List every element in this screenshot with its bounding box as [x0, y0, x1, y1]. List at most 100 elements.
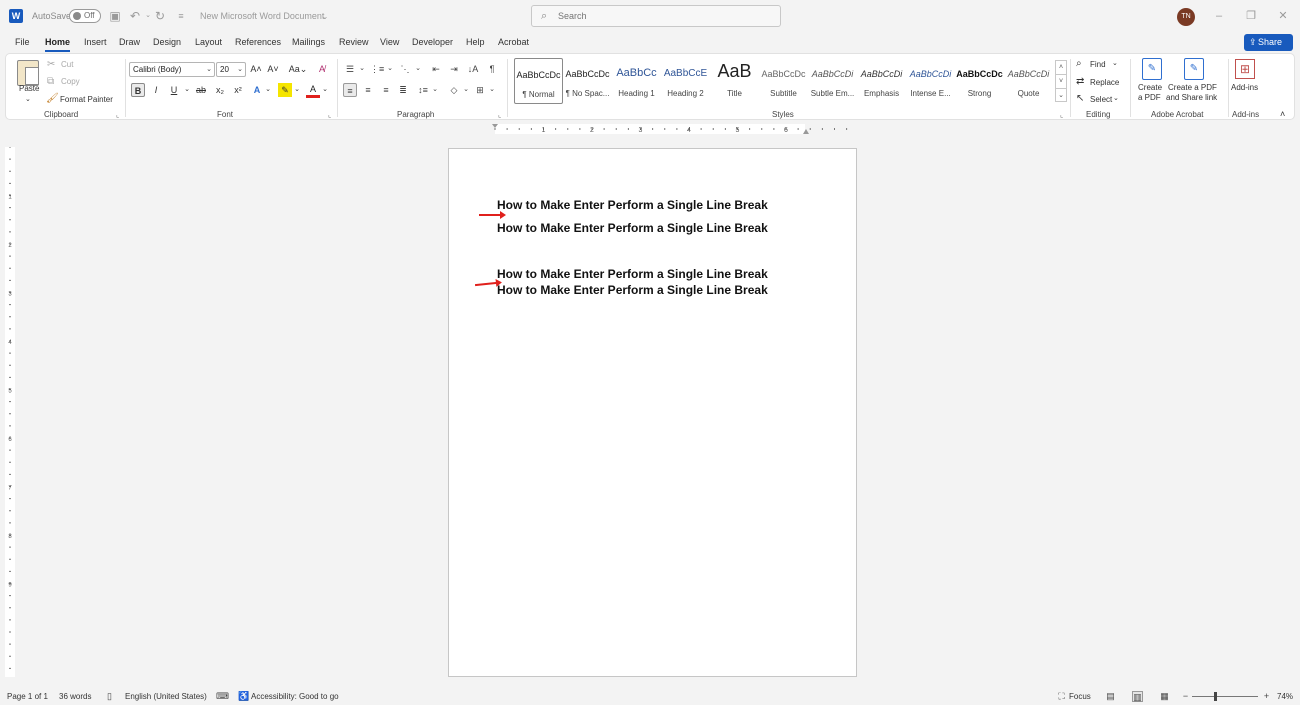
add-ins-button[interactable]: Add-ins: [1231, 83, 1258, 92]
share-button[interactable]: ⇪ Share: [1244, 34, 1293, 51]
tab-layout[interactable]: Layout: [195, 37, 222, 47]
tab-design[interactable]: Design: [153, 37, 181, 47]
increase-indent-icon[interactable]: ⇥: [447, 62, 461, 76]
tab-file[interactable]: File: [15, 37, 30, 47]
document-line-1[interactable]: How to Make Enter Perform a Single Line …: [497, 198, 768, 212]
grow-font-icon[interactable]: A˄: [249, 62, 263, 76]
superscript-icon[interactable]: x²: [231, 83, 245, 97]
strikethrough-icon[interactable]: ab: [194, 83, 208, 97]
style-heading-2[interactable]: AaBbCcE Heading 2: [661, 58, 710, 104]
web-layout-icon[interactable]: ▦: [1159, 691, 1170, 702]
paste-dropdown-icon[interactable]: ⌄: [25, 95, 31, 103]
zoom-out-button[interactable]: −: [1180, 691, 1191, 702]
tab-review[interactable]: Review: [339, 37, 369, 47]
pilcrow-icon[interactable]: ¶: [485, 62, 499, 76]
tab-home[interactable]: Home: [45, 37, 71, 52]
scroll-up-icon[interactable]: ˄: [1056, 61, 1066, 75]
page-count[interactable]: Page 1 of 1: [7, 692, 48, 701]
italic-icon[interactable]: I: [149, 83, 163, 97]
align-center-icon[interactable]: ≡: [361, 83, 375, 97]
zoom-slider-track[interactable]: [1192, 696, 1258, 697]
customize-qat-icon[interactable]: ≡: [174, 9, 188, 23]
style-strong[interactable]: AaBbCcDc Strong: [955, 58, 1004, 104]
text-predictions-icon[interactable]: ⌨: [216, 691, 229, 702]
style-intense-emphasis[interactable]: AaBbCcDi Intense E...: [906, 58, 955, 104]
restore-icon[interactable]: ❐: [1244, 9, 1258, 23]
clear-formatting-icon[interactable]: A̸: [315, 62, 329, 76]
style-heading-1[interactable]: AaBbCc Heading 1: [612, 58, 661, 104]
bullets-dropdown-icon[interactable]: ⌄: [355, 62, 369, 76]
create-pdf-line1[interactable]: Create: [1138, 83, 1162, 92]
style-no-spacing[interactable]: AaBbCcDc ¶ No Spac...: [563, 58, 612, 104]
paste-icon[interactable]: [17, 60, 39, 86]
zoom-slider-thumb[interactable]: [1214, 692, 1217, 701]
change-case-icon[interactable]: Aa⌄: [287, 62, 309, 76]
redo-icon[interactable]: ↻: [153, 9, 167, 23]
focus-button[interactable]: Focus: [1069, 692, 1091, 701]
styles-gallery-scroller[interactable]: ˄ ˅ ⌄: [1055, 60, 1067, 102]
shrink-font-icon[interactable]: A˅: [266, 62, 280, 76]
proofing-icon[interactable]: ▯: [104, 691, 115, 702]
document-title[interactable]: New Microsoft Word Document: [200, 11, 324, 21]
create-pdf-line2[interactable]: a PDF: [1138, 93, 1161, 102]
language[interactable]: English (United States): [125, 692, 207, 701]
document-line-4[interactable]: How to Make Enter Perform a Single Line …: [497, 283, 768, 297]
find-dropdown-icon[interactable]: ⌄: [1112, 59, 1118, 67]
zoom-level[interactable]: 74%: [1277, 692, 1293, 701]
tab-insert[interactable]: Insert: [84, 37, 107, 47]
numbering-dropdown-icon[interactable]: ⌄: [383, 62, 397, 76]
tab-view[interactable]: View: [380, 37, 399, 47]
subscript-icon[interactable]: x₂: [213, 83, 227, 97]
clipboard-launcher-icon[interactable]: ⌞: [116, 111, 119, 119]
paragraph-launcher-icon[interactable]: ⌞: [498, 111, 501, 119]
style-subtitle[interactable]: AaBbCcDc Subtitle: [759, 58, 808, 104]
styles-launcher-icon[interactable]: ⌞: [1060, 111, 1063, 119]
select-button[interactable]: Select: [1090, 95, 1112, 104]
tab-help[interactable]: Help: [466, 37, 485, 47]
style-quote[interactable]: AaBbCcDi Quote: [1004, 58, 1053, 104]
highlight-dropdown-icon[interactable]: ⌄: [290, 83, 304, 97]
print-layout-icon[interactable]: ▥: [1132, 691, 1143, 702]
bold-icon[interactable]: B: [131, 83, 145, 97]
justify-icon[interactable]: ≣: [396, 83, 410, 97]
tab-mailings[interactable]: Mailings: [292, 37, 325, 47]
paste-button[interactable]: Paste: [19, 84, 39, 93]
style-normal[interactable]: AaBbCcDc ¶ Normal: [514, 58, 563, 104]
document-page[interactable]: How to Make Enter Perform a Single Line …: [448, 148, 857, 677]
accessibility-status[interactable]: Accessibility: Good to go: [251, 692, 339, 701]
minimize-icon[interactable]: –: [1212, 9, 1226, 23]
shading-dropdown-icon[interactable]: ⌄: [459, 83, 473, 97]
font-size-combo[interactable]: 20 ⌄: [216, 62, 246, 77]
underline-icon[interactable]: U: [167, 83, 181, 97]
scroll-down-icon[interactable]: ˅: [1056, 75, 1066, 89]
search-input[interactable]: [558, 9, 768, 23]
style-title[interactable]: AaB Title: [710, 58, 759, 104]
close-icon[interactable]: ✕: [1276, 9, 1290, 23]
undo-icon[interactable]: ↶: [128, 9, 142, 23]
word-count[interactable]: 36 words: [59, 692, 91, 701]
save-icon[interactable]: ▣: [108, 9, 122, 23]
decrease-indent-icon[interactable]: ⇤: [429, 62, 443, 76]
align-right-icon[interactable]: ≡: [379, 83, 393, 97]
style-emphasis[interactable]: AaBbCcDi Emphasis: [857, 58, 906, 104]
format-painter-button[interactable]: Format Painter: [60, 95, 113, 104]
text-effects-dropdown-icon[interactable]: ⌄: [261, 83, 275, 97]
document-line-3[interactable]: How to Make Enter Perform a Single Line …: [497, 267, 768, 281]
cut-button[interactable]: Cut: [61, 60, 73, 69]
tab-draw[interactable]: Draw: [119, 37, 140, 47]
avatar[interactable]: TN: [1177, 8, 1195, 26]
tab-references[interactable]: References: [235, 37, 281, 47]
zoom-in-icon[interactable]: +: [1261, 691, 1272, 702]
multilevel-dropdown-icon[interactable]: ⌄: [411, 62, 425, 76]
replace-button[interactable]: Replace: [1090, 78, 1119, 87]
font-launcher-icon[interactable]: ⌞: [328, 111, 331, 119]
find-button[interactable]: Find: [1090, 60, 1106, 69]
multilevel-list-icon[interactable]: ⋱: [398, 62, 412, 76]
style-subtle-emphasis[interactable]: AaBbCcDi Subtle Em...: [808, 58, 857, 104]
align-left-icon[interactable]: ≡: [343, 83, 357, 97]
share-pdf-line2[interactable]: and Share link: [1166, 93, 1217, 102]
font-color-dropdown-icon[interactable]: ⌄: [318, 83, 332, 97]
line-spacing-dropdown-icon[interactable]: ⌄: [428, 83, 442, 97]
tab-developer[interactable]: Developer: [412, 37, 453, 47]
font-family-combo[interactable]: Calibri (Body) ⌄: [129, 62, 215, 77]
